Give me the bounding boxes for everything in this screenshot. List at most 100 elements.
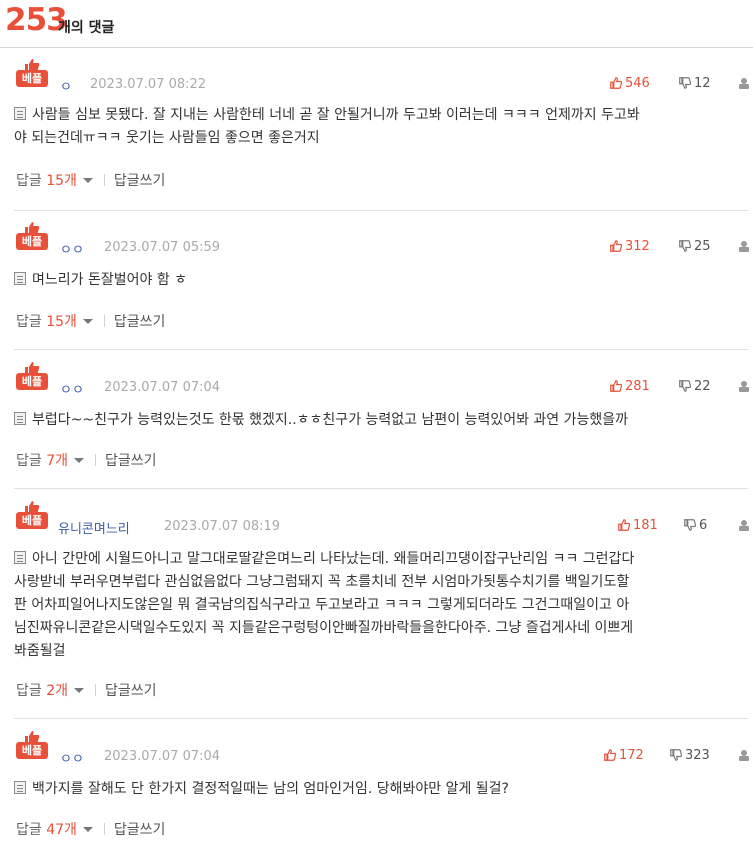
report-icon[interactable]: [738, 519, 750, 531]
write-reply-button[interactable]: 답글쓰기: [105, 683, 157, 699]
dislike-button[interactable]: 12: [679, 76, 711, 91]
chevron-down-icon: [82, 827, 93, 832]
reply-count: 15개: [46, 314, 77, 330]
dislike-button[interactable]: 22: [679, 379, 711, 394]
report-icon[interactable]: [738, 380, 750, 392]
comment-footer: 답글 7개 답글쓰기: [16, 450, 157, 470]
like-button[interactable]: 281: [610, 379, 650, 394]
thumbs-up-icon: [610, 380, 623, 392]
document-icon: [14, 781, 26, 794]
like-button[interactable]: 546: [610, 76, 650, 91]
comment-author[interactable]: 유니콘며느리: [58, 518, 130, 537]
comment-date: 2023.07.07 08:19: [164, 519, 281, 534]
reply-count: 15개: [46, 173, 77, 189]
write-reply-button[interactable]: 답글쓰기: [105, 453, 157, 469]
comment-author[interactable]: ㅇㅇ: [60, 239, 84, 258]
dislike-count: 22: [694, 379, 711, 394]
reply-count: 47개: [46, 822, 77, 838]
write-reply-button[interactable]: 답글쓰기: [114, 822, 166, 838]
chevron-down-icon: [74, 688, 85, 693]
best-comment-marker: 베플: [16, 730, 48, 760]
like-count: 281: [625, 379, 650, 394]
chevron-down-icon: [74, 458, 85, 463]
like-count: 181: [633, 518, 658, 533]
comment-body: 부럽다~~친구가 능력있는것도 한몫 했겠지..ㅎㅎ친구가 능력없고 남편이 능…: [14, 409, 744, 432]
dislike-count: 323: [685, 748, 710, 763]
reply-toggle[interactable]: 답글 15개: [16, 314, 93, 330]
reply-toggle[interactable]: 답글 7개: [16, 453, 85, 469]
comment-date: 2023.07.07 07:04: [104, 380, 221, 395]
report-icon[interactable]: [738, 749, 750, 761]
best-badge: 베플: [16, 512, 48, 529]
write-reply-button[interactable]: 답글쓰기: [114, 173, 166, 189]
comment-item: 베플 유니콘며느리 2023.07.07 08:19 181 6 아니 간만에 …: [14, 500, 750, 719]
dislike-button[interactable]: 323: [670, 748, 710, 763]
write-reply-button[interactable]: 답글쓰기: [114, 314, 166, 330]
thumbs-down-icon: [679, 240, 692, 252]
thumbs-up-icon: [610, 240, 623, 252]
comment-item: 베플 ㅇ 2023.07.07 08:22 546 12 사람들 심보 못됐다.…: [14, 58, 750, 211]
comment-body: 백가지를 잘해도 단 한가지 결정적일때는 남의 엄마인거임. 당해봐야만 알게…: [14, 778, 744, 801]
comment-footer: 답글 47개 답글쓰기: [16, 819, 165, 839]
best-badge: 베플: [16, 70, 48, 87]
like-count: 546: [625, 76, 650, 91]
best-badge: 베플: [16, 373, 48, 390]
divider: [103, 174, 105, 186]
comment-footer: 답글 2개 답글쓰기: [16, 680, 157, 700]
comment-body: 사람들 심보 못됐다. 잘 지내는 사람한테 너네 곧 잘 안될거니까 두고봐 …: [14, 107, 640, 146]
report-icon[interactable]: [738, 77, 750, 89]
document-icon: [14, 272, 26, 285]
thumbs-down-icon: [670, 749, 683, 761]
comments-header: 253 개의 댓글: [0, 0, 753, 48]
chevron-down-icon: [82, 178, 93, 183]
dislike-count: 25: [694, 239, 711, 254]
dislike-button[interactable]: 6: [684, 518, 707, 533]
comment-footer: 답글 15개 답글쓰기: [16, 170, 165, 190]
like-button[interactable]: 312: [610, 239, 650, 254]
divider: [95, 454, 97, 466]
comment-body: 아니 간만에 시월드아니고 말그대로딸같은며느리 나타났는데. 왜들머리끄댕이잡…: [14, 551, 635, 659]
like-button[interactable]: 181: [618, 518, 658, 533]
document-icon: [14, 551, 26, 564]
best-comment-marker: 베플: [16, 361, 48, 391]
comment-author[interactable]: ㅇㅇ: [60, 379, 84, 398]
divider: [103, 823, 105, 835]
dislike-count: 6: [699, 518, 708, 533]
comment-footer: 답글 15개 답글쓰기: [16, 311, 165, 331]
document-icon: [14, 107, 26, 120]
report-icon[interactable]: [738, 240, 750, 252]
reply-count: 7개: [46, 453, 69, 469]
reply-toggle[interactable]: 답글 2개: [16, 683, 85, 699]
best-comment-marker: 베플: [16, 500, 48, 530]
dislike-count: 12: [694, 76, 711, 91]
reply-count: 2개: [46, 683, 69, 699]
like-button[interactable]: 172: [604, 748, 644, 763]
chevron-down-icon: [82, 319, 93, 324]
thumbs-down-icon: [679, 380, 692, 392]
comment-item: 베플 ㅇㅇ 2023.07.07 05:59 312 25 며느리가 돈잘벌어야…: [14, 221, 750, 350]
like-count: 172: [619, 748, 644, 763]
divider: [95, 684, 97, 696]
thumbs-up-icon: [618, 519, 631, 531]
comment-item: 베플 ㅇㅇ 2023.07.07 07:04 172 323 백가지를 잘해도 …: [14, 730, 750, 847]
dislike-button[interactable]: 25: [679, 239, 711, 254]
comment-date: 2023.07.07 08:22: [90, 77, 207, 92]
reply-toggle[interactable]: 답글 15개: [16, 173, 93, 189]
best-badge: 베플: [16, 742, 48, 759]
thumbs-up-icon: [610, 77, 623, 89]
comment-author[interactable]: ㅇㅇ: [60, 748, 84, 767]
comment-date: 2023.07.07 07:04: [104, 749, 221, 764]
thumbs-up-icon: [604, 749, 617, 761]
comment-item: 베플 ㅇㅇ 2023.07.07 07:04 281 22 부럽다~~친구가 능…: [14, 361, 750, 489]
thumbs-down-icon: [679, 77, 692, 89]
document-icon: [14, 412, 26, 425]
comment-count-label: 개의 댓글: [58, 20, 115, 36]
comment-author[interactable]: ㅇ: [60, 76, 72, 95]
like-count: 312: [625, 239, 650, 254]
thumbs-down-icon: [684, 519, 697, 531]
reply-toggle[interactable]: 답글 47개: [16, 822, 93, 838]
comment-date: 2023.07.07 05:59: [104, 240, 221, 255]
best-badge: 베플: [16, 233, 48, 250]
comment-body: 며느리가 돈잘벌어야 함 ㅎ: [14, 269, 744, 292]
divider: [103, 315, 105, 327]
